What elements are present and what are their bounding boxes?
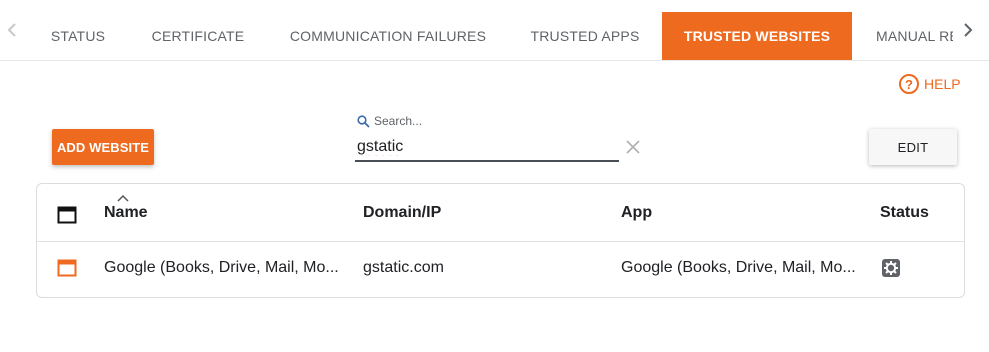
search-label: Search... <box>357 114 422 128</box>
search-icon <box>357 114 370 128</box>
tab-status[interactable]: STATUS <box>34 12 122 60</box>
clear-search-button[interactable] <box>623 137 643 157</box>
tab-trusted-websites[interactable]: TRUSTED WEBSITES <box>662 12 852 60</box>
search-label-text: Search... <box>374 114 423 128</box>
column-header-name[interactable]: Name <box>104 204 148 222</box>
sort-ascending-icon[interactable] <box>117 194 129 202</box>
tab-trusted-apps[interactable]: TRUSTED APPS <box>518 12 652 60</box>
cell-app: Google (Books, Drive, Mail, Mo... <box>621 259 856 276</box>
help-label: HELP <box>924 76 961 92</box>
tabs-scroll-right-button[interactable] <box>953 0 983 60</box>
tab-manual-re[interactable]: MANUAL RE <box>866 12 966 60</box>
add-website-button[interactable]: ADD WEBSITE <box>52 129 154 165</box>
search-field: Search... <box>355 112 619 162</box>
cell-domain: gstatic.com <box>363 259 444 276</box>
websites-table: Name Domain/IP App Status Google (Books,… <box>36 183 965 298</box>
select-all-checkbox[interactable] <box>57 206 77 224</box>
tab-certificate[interactable]: CERTIFICATE <box>138 12 258 60</box>
row-checkbox[interactable] <box>57 259 77 277</box>
column-header-status[interactable]: Status <box>880 204 929 222</box>
search-input[interactable] <box>355 134 619 162</box>
tab-bar: STATUS CERTIFICATE COMMUNICATION FAILURE… <box>0 0 989 61</box>
tabs-scroll-left-button[interactable] <box>0 0 24 60</box>
gear-icon[interactable] <box>881 258 901 278</box>
tab-communication-failures[interactable]: COMMUNICATION FAILURES <box>274 12 502 60</box>
edit-button[interactable]: EDIT <box>869 129 957 165</box>
help-circle-icon: ? <box>899 74 919 94</box>
help-link[interactable]: ? HELP <box>899 74 961 94</box>
column-header-app[interactable]: App <box>621 204 652 222</box>
close-icon <box>626 140 640 154</box>
table-row[interactable]: Google (Books, Drive, Mail, Mo... gstati… <box>37 242 964 298</box>
column-header-domain[interactable]: Domain/IP <box>363 204 441 222</box>
cell-name: Google (Books, Drive, Mail, Mo... <box>104 259 339 276</box>
table-header: Name Domain/IP App Status <box>37 184 964 242</box>
chevron-left-icon <box>7 23 16 37</box>
chevron-right-icon <box>964 23 973 37</box>
